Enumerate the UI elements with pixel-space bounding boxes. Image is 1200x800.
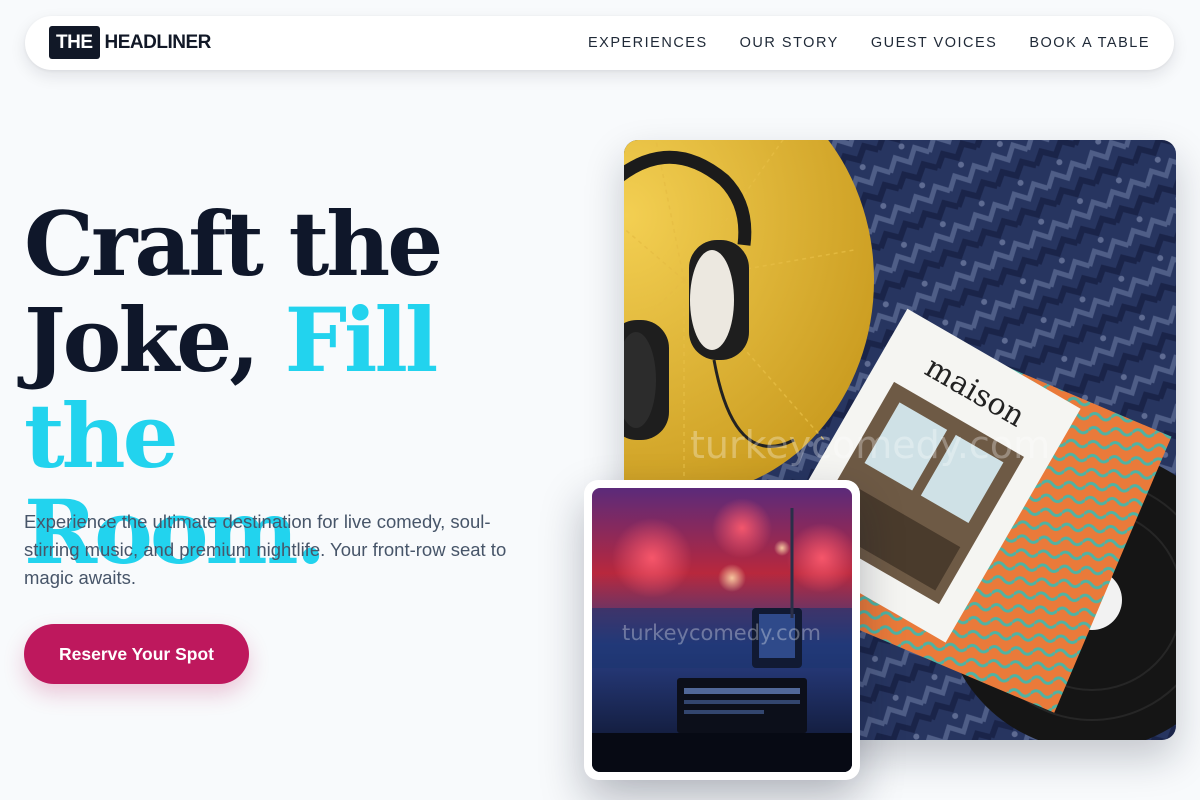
top-navbar: THE HEADLINER EXPERIENCES OUR STORY GUES… xyxy=(25,16,1174,70)
nav-link-our-story[interactable]: OUR STORY xyxy=(740,35,839,51)
reserve-spot-button[interactable]: Reserve Your Spot xyxy=(24,624,249,684)
logo-badge: THE xyxy=(49,26,100,59)
inset-watermark: turkeycomedy.com xyxy=(622,621,821,645)
inset-photo-frame: turkeycomedy.com xyxy=(584,480,860,780)
inset-photo: turkeycomedy.com xyxy=(592,488,852,772)
nav-link-book-a-table[interactable]: BOOK A TABLE xyxy=(1029,35,1150,51)
nav-links: EXPERIENCES OUR STORY GUEST VOICES BOOK … xyxy=(588,16,1150,70)
headline-line-1: Craft the xyxy=(24,192,443,296)
nav-link-experiences[interactable]: EXPERIENCES xyxy=(588,35,708,51)
headline-line-2: Joke, xyxy=(24,288,285,392)
brand-logo[interactable]: THE HEADLINER xyxy=(49,26,211,59)
hero-description: Experience the ultimate destination for … xyxy=(24,511,507,588)
nav-link-guest-voices[interactable]: GUEST VOICES xyxy=(871,35,998,51)
logo-name: HEADLINER xyxy=(104,31,212,53)
inset-image-stage-lights: turkeycomedy.com xyxy=(592,488,852,772)
